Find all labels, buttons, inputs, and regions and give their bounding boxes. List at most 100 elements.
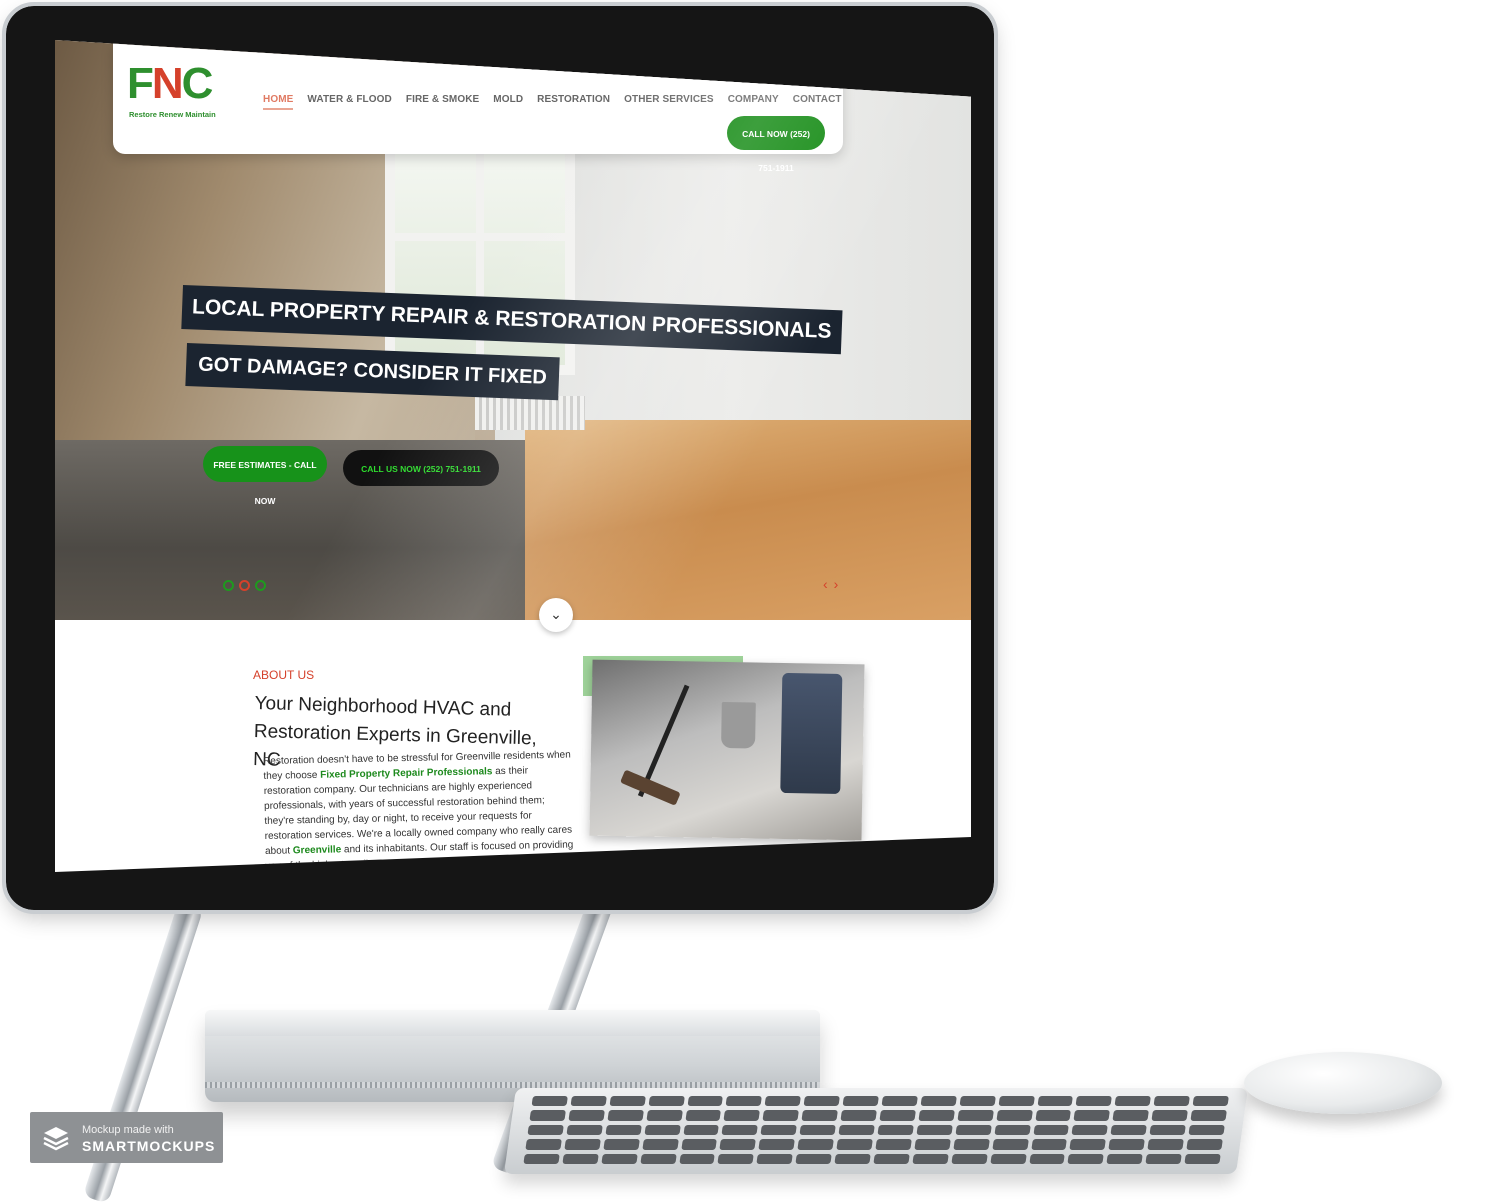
keyboard-key	[912, 1153, 949, 1164]
nav-item-water-flood[interactable]: WATER & FLOOD	[307, 94, 391, 110]
slider-dot-3[interactable]	[255, 580, 266, 591]
keyboard-key	[875, 1139, 912, 1150]
about-label: ABOUT US	[253, 668, 315, 682]
keyboard-key	[642, 1139, 679, 1150]
keyboard-key	[564, 1139, 601, 1150]
keyboard-key	[1037, 1096, 1074, 1107]
slider-prev-icon[interactable]: ‹	[823, 576, 828, 592]
keyboard-key	[840, 1110, 877, 1121]
keyboard-key	[1071, 1124, 1109, 1136]
about-body: Restoration doesn't have to be stressful…	[263, 749, 574, 872]
keyboard-key	[525, 1139, 562, 1150]
nav-item-home[interactable]: HOME	[263, 94, 294, 110]
keyboard-key	[682, 1124, 720, 1136]
keyboard-key	[1069, 1139, 1107, 1150]
nav-item-mold[interactable]: MOLD	[493, 94, 523, 110]
keyboard-key	[990, 1153, 1027, 1164]
nav-item-restoration[interactable]: RESTORATION	[537, 94, 610, 110]
free-estimates-button[interactable]: FREE ESTIMATES - CALL NOW	[203, 446, 327, 506]
slider-dot-1[interactable]	[223, 580, 234, 591]
keyboard-key	[873, 1153, 910, 1164]
keyboard-key	[801, 1110, 839, 1121]
keyboard-key	[957, 1110, 994, 1121]
keyboard-key	[834, 1153, 871, 1164]
keyboard-key	[758, 1139, 796, 1150]
hero-image-radiator	[475, 396, 585, 430]
keyboard-key	[648, 1096, 685, 1107]
keyboard-key	[1153, 1096, 1191, 1107]
header-call-button[interactable]: CALL NOW (252) 751-1911	[727, 116, 825, 173]
keyboard-key	[1032, 1124, 1070, 1136]
photo-worker-legs	[780, 672, 843, 794]
keyboard-key	[680, 1139, 718, 1150]
keyboard-key	[877, 1124, 914, 1136]
main-nav: HOME WATER & FLOOD FIRE & SMOKE MOLD RES…	[263, 94, 842, 110]
keyboard-key	[529, 1110, 566, 1121]
site-logo[interactable]: FNC Restore Renew Maintain	[127, 60, 227, 130]
keyboard-key	[838, 1124, 875, 1136]
keyboard-key	[1149, 1124, 1186, 1136]
logo-tagline: Restore Renew Maintain	[129, 110, 216, 119]
keyboard-key	[1106, 1153, 1144, 1164]
mouse	[1244, 1052, 1442, 1114]
keyboard-key	[1075, 1096, 1113, 1107]
keyboard-key	[760, 1124, 798, 1136]
keyboard-key	[717, 1153, 755, 1164]
scroll-down-icon[interactable]: ⌄	[539, 598, 573, 632]
keyboard-key	[1147, 1139, 1184, 1150]
about-photo-sweeping	[589, 659, 865, 841]
keyboard-key	[723, 1110, 761, 1121]
keyboard-key	[916, 1124, 953, 1136]
photo-shovel	[721, 701, 756, 749]
watermark-line-1: Mockup made with	[82, 1124, 174, 1136]
keyboard-key	[725, 1096, 763, 1107]
nav-item-contact[interactable]: CONTACT	[793, 94, 842, 110]
keyboard-key	[570, 1096, 607, 1107]
slider-arrows: ‹ ›	[823, 576, 838, 592]
keyboard-key	[523, 1153, 560, 1164]
keyboard-key	[959, 1096, 996, 1107]
hero-image-wood-floor	[525, 420, 971, 620]
call-us-button[interactable]: CALL US NOW (252) 751-1911	[343, 450, 499, 486]
nav-item-fire-smoke[interactable]: FIRE & SMOKE	[406, 94, 479, 110]
keyboard-key	[879, 1110, 916, 1121]
slider-next-icon[interactable]: ›	[834, 576, 839, 592]
keyboard-key	[721, 1124, 759, 1136]
keyboard-key	[951, 1153, 988, 1164]
keyboard-key	[603, 1139, 640, 1150]
keyboard-key	[836, 1139, 873, 1150]
nav-item-company[interactable]: COMPANY	[728, 94, 779, 110]
logo-letters: FNC	[127, 59, 213, 108]
keyboard-key	[797, 1139, 834, 1150]
keyboard-key	[803, 1096, 841, 1107]
keyboard-key	[756, 1153, 794, 1164]
keyboard-key	[881, 1096, 918, 1107]
nav-item-other-services[interactable]: OTHER SERVICES	[624, 94, 714, 110]
keyboard-key	[955, 1124, 992, 1136]
keyboard-key	[1028, 1153, 1066, 1164]
keyboard-key	[1151, 1110, 1189, 1121]
keyboard-key	[994, 1124, 1031, 1136]
keyboard-key	[1188, 1124, 1225, 1136]
keyboard	[503, 1088, 1249, 1174]
keyboard-key	[1190, 1110, 1227, 1121]
keyboard-key	[1192, 1096, 1229, 1107]
keyboard-key	[609, 1096, 646, 1107]
slider-dot-2[interactable]	[239, 580, 250, 591]
keyboard-key	[998, 1096, 1035, 1107]
keyboard-keys	[523, 1096, 1229, 1164]
keyboard-key	[795, 1153, 832, 1164]
keyboard-key	[1186, 1139, 1223, 1150]
keyboard-key	[1110, 1124, 1148, 1136]
keyboard-key	[1030, 1139, 1068, 1150]
keyboard-key	[799, 1124, 836, 1136]
keyboard-key	[640, 1153, 677, 1164]
link-greenville[interactable]: Greenville	[293, 844, 342, 856]
keyboard-key	[684, 1110, 722, 1121]
link-fixed-property[interactable]: Fixed Property Repair Professionals	[320, 766, 492, 781]
keyboard-key	[568, 1110, 605, 1121]
watermark-line-2: SMARTMOCKUPS	[82, 1138, 216, 1154]
keyboard-key	[719, 1139, 757, 1150]
layers-icon	[43, 1127, 69, 1151]
keyboard-key	[1108, 1139, 1146, 1150]
